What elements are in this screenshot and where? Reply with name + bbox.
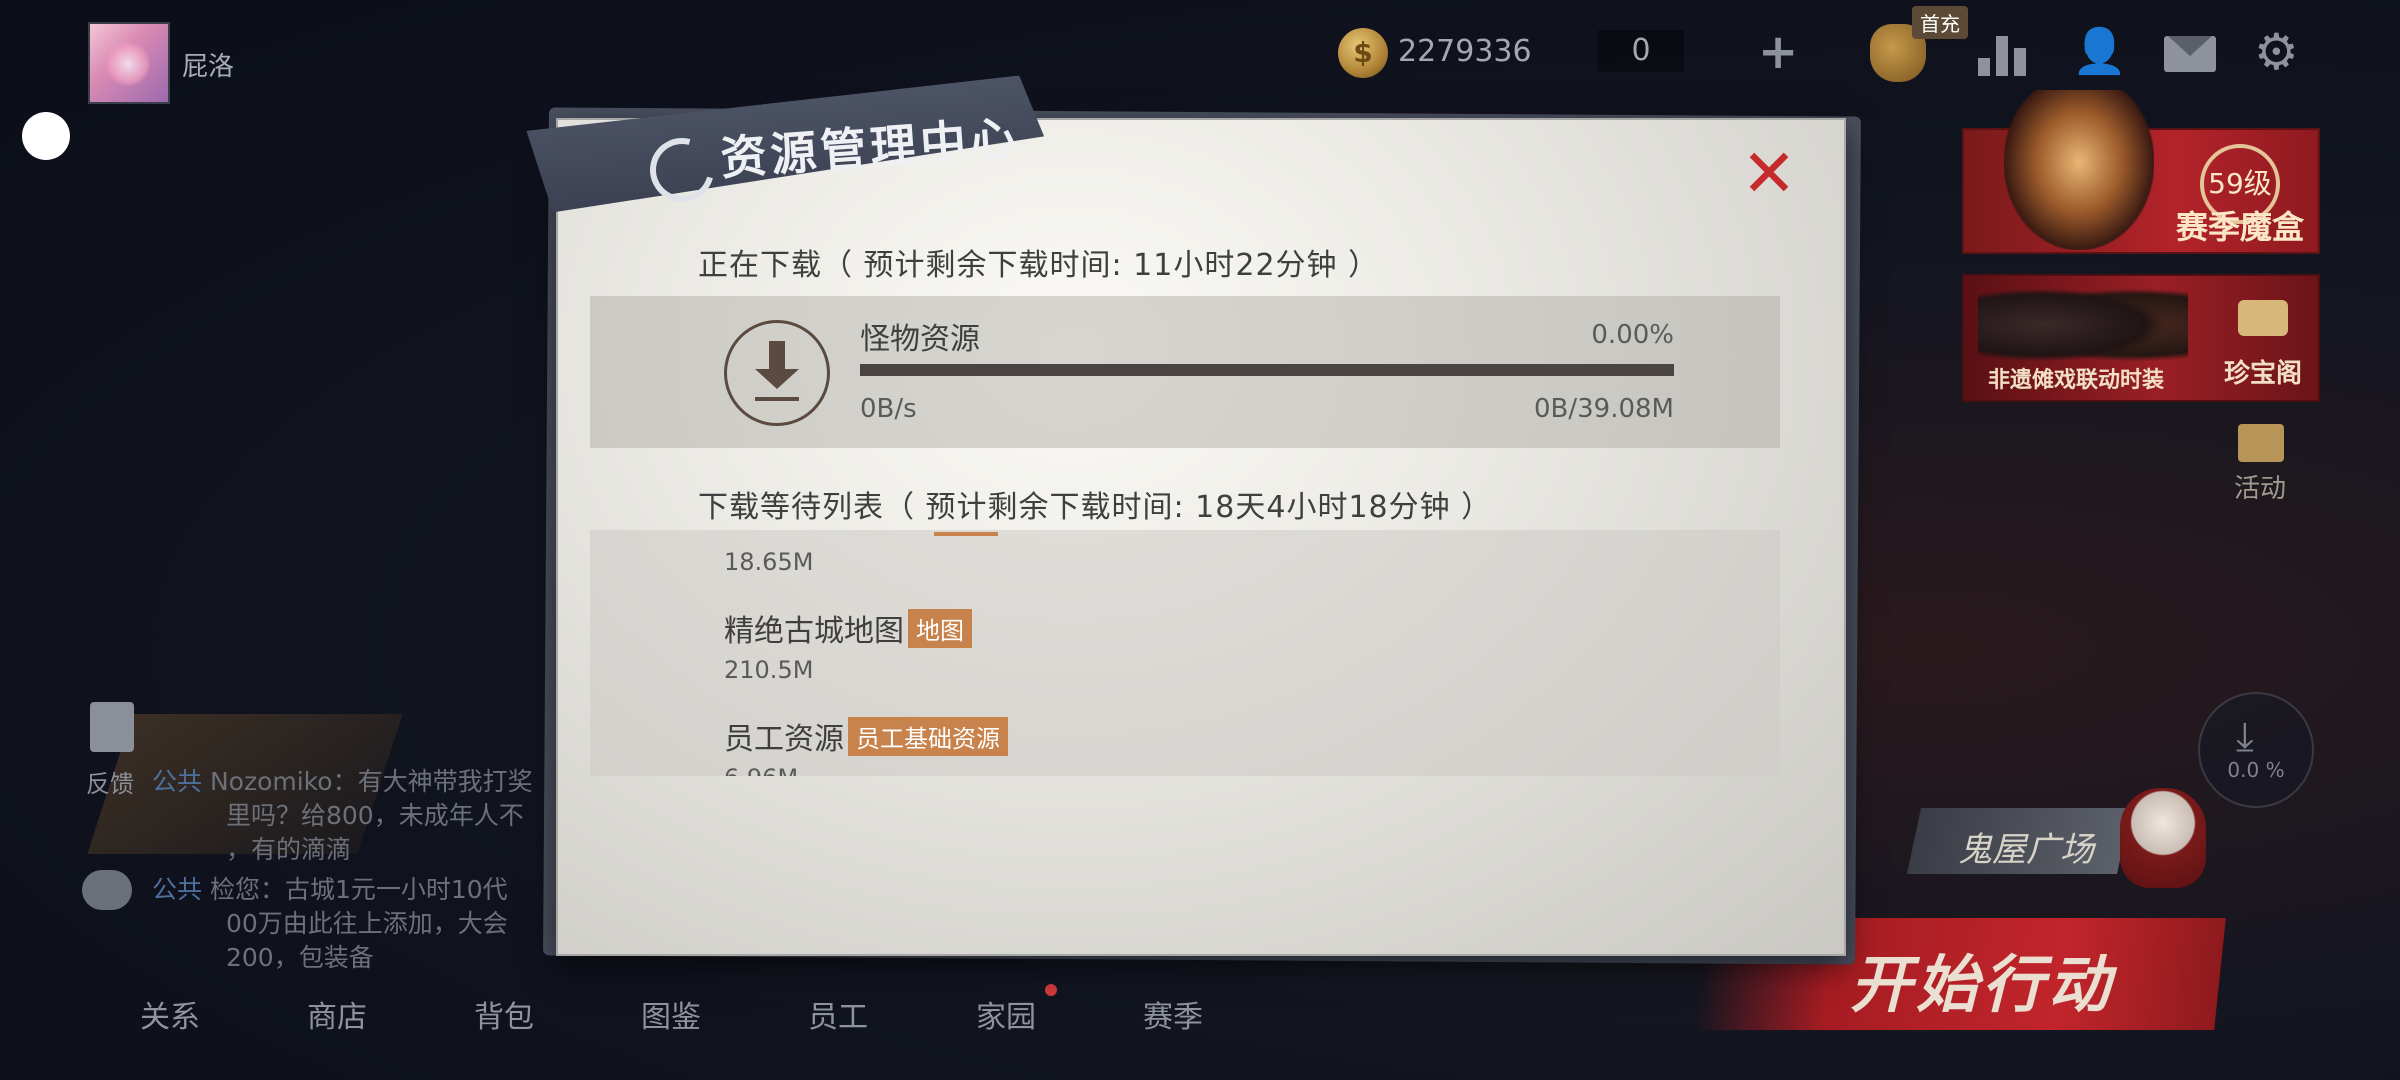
queue-scroll-indicator [934,532,998,536]
ghost-mask-icon[interactable] [2120,788,2206,888]
chat-line[interactable]: 200，包装备 [226,938,374,974]
chat-text: 检您：古城1元一小时10代 [209,875,508,904]
activity-label[interactable]: 活动 [2234,468,2286,505]
chat-text: Nozomiko：有大神带我打奖 [209,767,533,796]
nav-staff[interactable]: 员工 [808,992,868,1036]
download-float-percent: 0.0 % [2227,758,2285,782]
nav-shop[interactable]: 商店 [307,992,367,1036]
activity-chest-icon[interactable] [2238,424,2284,462]
chat-line[interactable]: ，有的滴滴 [226,830,351,866]
add-friend-icon[interactable]: 👤 [2072,30,2127,74]
current-download-heading: 正在下载（ 预计剩余下载时间: 11小时22分钟 ） [698,248,1380,283]
chat-line[interactable]: 里吗？给800，未成年人不 [226,796,524,832]
home-notification-dot [1045,984,1057,996]
nav-home[interactable]: 家园 [976,992,1036,1036]
collab-banner[interactable]: 非遗傩戏联动时装 珍宝阁 [1962,274,2320,402]
queue-item-name: 精绝古城地图 [724,614,904,649]
floating-assist-button[interactable] [22,112,70,160]
season-box-card[interactable]: 59级 赛季魔盒 [1962,90,2320,254]
download-size-progress: 0B/39.08M [1533,394,1674,424]
add-currency-icon[interactable]: + [1758,28,1798,76]
haunted-square-label[interactable]: 鬼屋广场 [1958,822,2094,871]
queue-item-name: 员工资源 [724,722,844,757]
start-action-label[interactable]: 开始行动 [1850,934,2114,1024]
nav-season[interactable]: 赛季 [1143,992,1203,1036]
player-avatar[interactable] [88,22,170,104]
coin-balance: 2279336 [1398,34,1532,69]
treasure-cart-icon [2238,300,2288,336]
queue-item-size: 18.65M [724,548,814,576]
chat-bubble-icon[interactable] [82,870,132,910]
gem-balance: 0 [1598,30,1684,72]
nav-relations[interactable]: 关系 [140,992,200,1036]
collab-character-art [1978,282,2188,368]
download-progress-bar [860,364,1674,376]
season-box-label: 赛季魔盒 [2175,208,2304,246]
nav-backpack[interactable]: 背包 [474,992,534,1036]
player-name: 屁洛 [182,52,235,82]
queue-item-tag: 地图 [908,609,972,648]
current-resource-name: 怪物资源 [860,322,980,357]
season-character-art [2004,90,2154,250]
coin-icon: $ [1338,28,1388,78]
nav-codex[interactable]: 图鉴 [641,992,701,1036]
download-queue-list[interactable]: 18.65M 精绝古城地图地图 210.5M 员工资源员工基础资源 6.96M [590,530,1780,776]
gear-icon[interactable]: ⚙ [2254,27,2299,77]
treasure-pavilion-label: 珍宝阁 [2223,359,2302,389]
chat-line[interactable]: 00万由此往上添加，大会 [226,904,508,940]
queue-item[interactable]: 精绝古城地图 地图 [724,606,972,650]
download-icon: ⤓ [2236,714,2254,760]
mail-icon[interactable] [2164,36,2216,72]
feedback-label[interactable]: 反馈 [86,764,134,799]
collab-label: 非遗傩戏联动时装 [1988,368,2165,393]
download-speed: 0B/s [860,394,917,424]
feedback-icon[interactable] [90,702,134,752]
first-recharge-badge: 首充 [1912,6,1968,39]
close-icon[interactable]: ✕ [1738,141,1800,207]
queue-item-tag: 员工基础资源 [848,717,1008,756]
ranking-icon[interactable] [1978,36,2028,76]
current-resource-percent: 0.00% [1591,320,1674,350]
queue-item[interactable]: 员工资源 员工基础资源 [724,714,1008,758]
queue-item-size: 6.96M [724,764,798,776]
chat-channel-tag: 公共 [152,767,203,796]
chat-channel-tag: 公共 [152,875,203,904]
download-float-button[interactable]: ⤓ 0.0 % [2198,692,2314,808]
chat-line[interactable]: 公共 检您：古城1元一小时10代 [152,870,508,906]
download-arrow-icon [724,320,830,426]
chat-line[interactable]: 公共 Nozomiko：有大神带我打奖 [152,762,533,798]
queue-item-size: 210.5M [724,656,814,684]
queue-heading: 下载等待列表（ 预计剩余下载时间: 18天4小时18分钟 ） [698,490,1493,525]
